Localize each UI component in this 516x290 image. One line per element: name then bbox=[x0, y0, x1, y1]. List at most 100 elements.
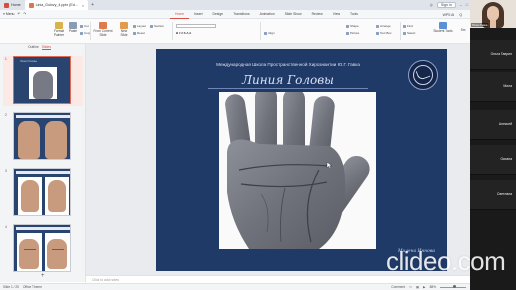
redo-icon[interactable]: ↷ bbox=[23, 12, 26, 16]
home-tab[interactable]: Home bbox=[0, 0, 25, 10]
quick-access: ≡ Menu ↶ ↷ bbox=[0, 12, 170, 16]
font-group[interactable] bbox=[176, 24, 216, 28]
paste-button[interactable]: Paste bbox=[67, 22, 79, 34]
slide-title[interactable]: Линия Головы bbox=[156, 73, 420, 87]
participant-name: Светлана bbox=[496, 192, 512, 196]
section-icon bbox=[150, 24, 153, 28]
tab-view[interactable]: View bbox=[328, 10, 345, 19]
slide-thumbnail-3[interactable]: 3 bbox=[3, 168, 83, 218]
self-video[interactable]: Юлия Гавка bbox=[470, 0, 516, 28]
thumb-line bbox=[52, 249, 64, 250]
close-tab-icon[interactable]: × bbox=[82, 3, 84, 8]
font-name-field[interactable] bbox=[176, 24, 216, 28]
tab-home[interactable]: Home bbox=[170, 10, 190, 19]
paste-label: Paste bbox=[68, 29, 78, 33]
main-menu-button[interactable]: ≡ Menu bbox=[3, 12, 14, 16]
participant-name: Оксана bbox=[500, 157, 513, 161]
theme-name[interactable]: Office Theme bbox=[23, 285, 42, 289]
picture-label: Picture bbox=[350, 31, 360, 35]
cut-label: Cut bbox=[84, 24, 89, 28]
tab-slide-show[interactable]: Slide Show bbox=[280, 10, 307, 19]
text-format-buttons[interactable]: B I U S A A bbox=[176, 31, 191, 35]
palm-image bbox=[219, 92, 376, 249]
sm-button[interactable]: Sm bbox=[458, 28, 468, 33]
select-button[interactable]: Select bbox=[403, 31, 415, 35]
textbox-button[interactable]: Text Box bbox=[376, 31, 392, 35]
slide-sorter-icon[interactable]: ▦ bbox=[416, 285, 419, 289]
comment-button[interactable]: Comment bbox=[391, 285, 405, 289]
tab-review[interactable]: Review bbox=[307, 10, 328, 19]
find-button[interactable]: Find bbox=[403, 24, 413, 28]
reset-button[interactable]: Reset bbox=[133, 31, 145, 35]
thumb-hand bbox=[45, 121, 67, 159]
align-label: Align bbox=[268, 31, 275, 35]
slide-thumbnail-2[interactable]: 2 bbox=[3, 112, 83, 162]
student-tools-button[interactable]: Student Tools bbox=[432, 22, 454, 34]
slide-thumbnail-4[interactable]: 4 bbox=[3, 224, 83, 274]
slide-thumbnail-1[interactable]: 1 Линия Головы bbox=[3, 56, 83, 106]
minimize-icon[interactable]: – bbox=[460, 3, 462, 7]
participant-tile[interactable]: Оксана bbox=[470, 145, 516, 175]
tab-design[interactable]: Design bbox=[208, 10, 229, 19]
thumb-hand bbox=[47, 239, 67, 269]
search-icon[interactable]: Q bbox=[459, 13, 462, 17]
slides-tab[interactable]: Slides bbox=[41, 45, 51, 50]
current-slide[interactable]: Международная Школа Пространственной Хир… bbox=[156, 49, 447, 271]
notification-icon[interactable]: ◎ bbox=[430, 3, 433, 7]
select-label: Select bbox=[407, 31, 416, 35]
from-current-slide-button[interactable]: From Current Slide bbox=[92, 22, 114, 37]
document-tab[interactable]: Linia_Golovy_4.pptx (Ed... × bbox=[24, 0, 89, 10]
thumb-header bbox=[16, 171, 70, 174]
presentation-file-icon bbox=[28, 2, 34, 8]
participant-tile[interactable]: Мила bbox=[470, 72, 516, 102]
menu-right: WPS AI Q bbox=[443, 10, 462, 19]
tab-transitions[interactable]: Transitions bbox=[228, 10, 254, 19]
clipboard-icon bbox=[69, 22, 77, 29]
picture-button[interactable]: Picture bbox=[346, 31, 359, 35]
format-painter-label: Format Painter bbox=[53, 29, 65, 37]
arrange-icon bbox=[376, 24, 379, 28]
zoom-slider-knob[interactable] bbox=[453, 285, 456, 289]
ribbon-divider bbox=[260, 22, 261, 40]
zoom-level[interactable]: 88% bbox=[430, 285, 436, 289]
participant-tile[interactable]: Алексей bbox=[470, 110, 516, 140]
tab-insert[interactable]: Insert bbox=[189, 10, 207, 19]
participant-tile[interactable]: Ольга Гаврил bbox=[470, 40, 516, 70]
format-painter-button[interactable]: Format Painter bbox=[50, 22, 68, 37]
find-label: Find bbox=[407, 24, 413, 28]
reset-label: Reset bbox=[137, 31, 145, 35]
reset-icon bbox=[133, 31, 136, 35]
participant-tile[interactable]: Светлана bbox=[470, 180, 516, 210]
layout-button[interactable]: Layout bbox=[133, 24, 146, 28]
ribbon: Format Painter Paste Cut Copy From Curre… bbox=[0, 19, 470, 44]
play-icon[interactable]: ▶ bbox=[423, 285, 425, 289]
wps-ai-button[interactable]: WPS AI bbox=[443, 13, 455, 17]
section-button[interactable]: Section bbox=[150, 24, 164, 28]
maximize-icon[interactable]: □ bbox=[466, 3, 468, 7]
tab-tools[interactable]: Tools bbox=[345, 10, 363, 19]
new-slide-label: New Slide bbox=[120, 29, 128, 37]
sign-in-button[interactable]: Sign in bbox=[436, 2, 456, 8]
palm-photo[interactable] bbox=[219, 92, 376, 249]
window-controls: ◎ Sign in – □ bbox=[430, 0, 468, 10]
normal-view-icon[interactable]: ▭ bbox=[409, 285, 412, 289]
arrange-button[interactable]: Arrange bbox=[376, 24, 391, 28]
tab-animation[interactable]: Animation bbox=[255, 10, 280, 19]
undo-icon[interactable]: ↶ bbox=[17, 12, 20, 16]
add-slide-icon[interactable]: + bbox=[41, 273, 45, 279]
pane-tabs: Outline Slides bbox=[28, 45, 51, 50]
ribbon-divider bbox=[172, 22, 173, 40]
slide-preview bbox=[13, 168, 71, 216]
new-slide-button[interactable]: New Slide bbox=[117, 22, 131, 37]
slide-preview: Линия Головы bbox=[13, 56, 71, 104]
align-button[interactable]: Align bbox=[264, 31, 275, 35]
slide-preview bbox=[13, 224, 71, 272]
zoom-slider[interactable] bbox=[440, 285, 466, 289]
slide-canvas[interactable]: Международная Школа Пространственной Хир… bbox=[86, 44, 470, 275]
shape-button[interactable]: Shape bbox=[346, 24, 359, 28]
brush-icon bbox=[55, 22, 63, 29]
new-tab-icon[interactable]: + bbox=[91, 2, 94, 8]
outline-tab[interactable]: Outline bbox=[28, 45, 39, 50]
cut-button[interactable]: Cut bbox=[80, 24, 89, 28]
copy-icon bbox=[80, 31, 83, 35]
